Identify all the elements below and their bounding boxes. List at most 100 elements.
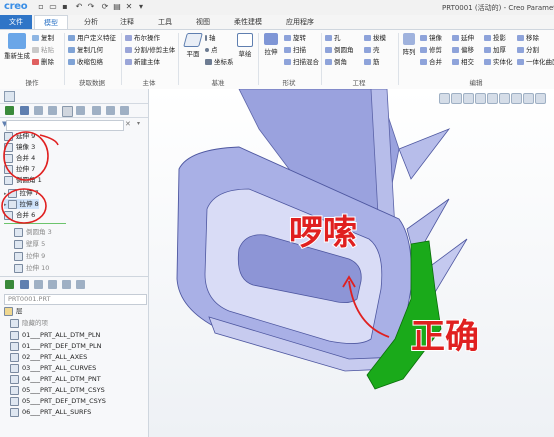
tab-analysis[interactable]: 分析	[76, 15, 106, 29]
regenerate-button[interactable]: 重新生成	[2, 33, 32, 60]
copy-geometry-button[interactable]: 复制几何	[68, 46, 103, 55]
layer-settings-icon[interactable]	[62, 280, 71, 289]
layer-item[interactable]: 01___PRT_DEF_DTM_PLN	[10, 341, 102, 351]
remove-icon	[517, 35, 524, 41]
split-body-icon	[125, 47, 132, 53]
extrude-button[interactable]: 拉伸	[260, 33, 282, 56]
cad-model[interactable]	[149, 89, 554, 437]
layer-more-icon[interactable]	[76, 280, 85, 289]
boolean-button[interactable]: 布尔操作	[125, 34, 160, 43]
pattern-button[interactable]: 阵列	[400, 33, 418, 56]
open-file-icon[interactable]: ▭	[48, 2, 58, 12]
filter-tree-icon[interactable]	[62, 106, 73, 117]
new-file-icon[interactable]: ▫	[36, 2, 46, 12]
new-body-icon	[125, 59, 132, 65]
tree-item-extrude-9[interactable]: 拉伸 9	[14, 251, 45, 261]
regenerate-icon[interactable]: ⟳	[100, 2, 110, 12]
chamfer-icon	[325, 59, 332, 65]
tab-file[interactable]: 文件	[0, 15, 32, 29]
layer-icon	[10, 330, 19, 340]
undo-icon[interactable]: ↶	[74, 2, 84, 12]
hole-button[interactable]: 孔	[325, 34, 341, 43]
merge-button[interactable]: 合并	[420, 58, 442, 67]
csys-button[interactable]: 坐标系	[205, 58, 234, 67]
more-icon[interactable]	[120, 106, 129, 115]
layer-item[interactable]: 03___PRT_ALL_CURVES	[10, 363, 96, 373]
copy-button[interactable]: 复制	[32, 34, 54, 43]
swept-blend-icon	[284, 59, 291, 65]
offset-button[interactable]: 偏移	[452, 46, 474, 55]
grid-icon[interactable]	[48, 106, 57, 115]
show-icon[interactable]	[5, 106, 14, 115]
settings-icon[interactable]	[76, 106, 85, 115]
tab-flexible-modeling[interactable]: 柔性建模	[226, 15, 270, 29]
search-clear-icon[interactable]: ✕	[125, 120, 131, 128]
layer-item[interactable]: 02___PRT_ALL_AXES	[10, 352, 87, 362]
tree-item-shell-5[interactable]: 壁厚 5	[14, 239, 45, 249]
remove-button[interactable]: 移除	[517, 34, 539, 43]
solidify-button[interactable]: 实体化	[484, 58, 513, 67]
shell-button[interactable]: 壳	[364, 46, 380, 55]
sketch-button[interactable]: 草绘	[234, 33, 256, 58]
project-button[interactable]: 投影	[484, 34, 506, 43]
layer-item[interactable]: 05___PRT_DEF_DTM_CSYS	[10, 396, 106, 406]
layers-icon[interactable]	[20, 280, 29, 289]
sweep-button[interactable]: 扫描	[284, 46, 306, 55]
thicken-button[interactable]: 加厚	[484, 46, 506, 55]
layer-tools-icon[interactable]	[34, 280, 43, 289]
trim-button[interactable]: 修剪	[420, 46, 442, 55]
split-trim-body-button[interactable]: 分割/修剪主体	[125, 46, 175, 55]
save-icon[interactable]: ▪	[60, 2, 70, 12]
extend-button[interactable]: 延伸	[452, 34, 474, 43]
layer-item[interactable]: 05___PRT_ALL_DTM_CSYS	[10, 385, 105, 395]
windows-icon[interactable]: ▤	[112, 2, 122, 12]
model-tree-tab-icon[interactable]	[4, 91, 15, 102]
unify-surface-button[interactable]: 一体化曲面	[517, 58, 554, 67]
layer-item[interactable]: 06___PRT_ALL_SURFS	[10, 407, 91, 417]
redo-icon[interactable]: ↷	[86, 2, 96, 12]
swept-blend-button[interactable]: 扫描混合	[284, 58, 319, 67]
tab-view[interactable]: 视图	[188, 15, 218, 29]
solidify-icon	[484, 59, 491, 65]
udf-button[interactable]: 用户定义特征	[68, 34, 116, 43]
mirror-button[interactable]: 镜像	[420, 34, 442, 43]
tab-annotate[interactable]: 注释	[112, 15, 142, 29]
layer-icon[interactable]	[20, 106, 29, 115]
layer-icon	[10, 363, 19, 373]
csys-icon	[205, 59, 212, 65]
active-model-select[interactable]: PRT0001.PRT	[4, 294, 147, 305]
layer-icon	[10, 352, 19, 362]
dropdown-chevron-icon[interactable]: ▾	[137, 120, 140, 127]
layer-show-icon[interactable]	[5, 280, 14, 289]
layer-properties-icon[interactable]	[48, 280, 57, 289]
tab-tools[interactable]: 工具	[150, 15, 180, 29]
columns-icon[interactable]	[34, 106, 43, 115]
layer-item[interactable]: 01___PRT_ALL_DTM_PLN	[10, 330, 100, 340]
tab-applications[interactable]: 应用程序	[278, 15, 322, 29]
layer-item[interactable]: 04___PRT_ALL_DTM_PNT	[10, 374, 101, 384]
expand-icon[interactable]	[106, 106, 115, 115]
graphics-window[interactable]: 啰嗦 正确	[149, 89, 554, 437]
point-button[interactable]: 点	[205, 46, 218, 55]
split-button[interactable]: 分割	[517, 46, 539, 55]
paste-button[interactable]: 粘贴	[32, 46, 54, 55]
rib-button[interactable]: 筋	[364, 58, 380, 67]
layer-item[interactable]: 隐藏的项	[10, 318, 48, 328]
shrinkwrap-button[interactable]: 收缩包络	[68, 58, 103, 67]
new-body-button[interactable]: 新建主体	[125, 58, 160, 67]
tab-model[interactable]: 模型	[34, 15, 68, 30]
close-window-icon[interactable]: ✕	[124, 2, 134, 12]
chamfer-button[interactable]: 倒角	[325, 58, 347, 67]
sort-icon[interactable]	[92, 106, 101, 115]
axis-button[interactable]: 轴	[205, 34, 216, 43]
customize-icon[interactable]: ▾	[136, 2, 146, 12]
round-button[interactable]: 倒圆角	[325, 46, 354, 55]
group-shapes: 形状	[282, 79, 296, 87]
copy-geometry-icon	[68, 47, 75, 53]
intersect-button[interactable]: 相交	[452, 58, 474, 67]
draft-button[interactable]: 拔模	[364, 34, 386, 43]
delete-button[interactable]: 删除	[32, 58, 54, 67]
plane-button[interactable]: 平面	[182, 33, 204, 58]
revolve-button[interactable]: 旋转	[284, 34, 306, 43]
tree-item-extrude-10[interactable]: 拉伸 10	[14, 263, 49, 273]
